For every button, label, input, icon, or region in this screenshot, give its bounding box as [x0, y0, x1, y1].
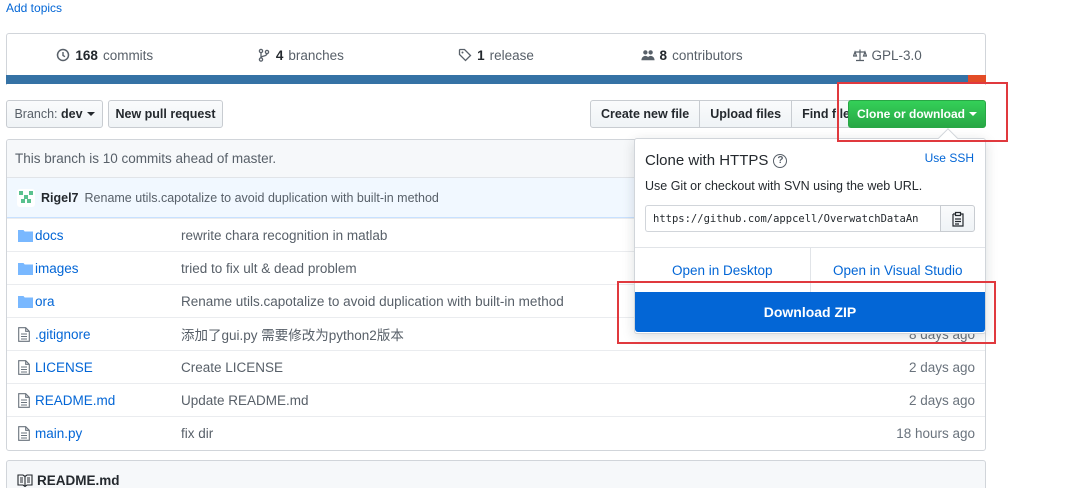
file-commit-message[interactable]: Update README.md: [181, 393, 309, 408]
file-icon: [18, 326, 34, 342]
commits-summary[interactable]: 168 commits: [7, 48, 203, 63]
branch-icon: [258, 48, 270, 62]
commit-message[interactable]: Rename utils.capotalize to avoid duplica…: [85, 191, 439, 205]
releases-count: 1: [477, 47, 485, 63]
copy-url-button[interactable]: [940, 205, 975, 232]
file-commit-message[interactable]: Create LICENSE: [181, 360, 283, 375]
file-icon: [18, 392, 34, 408]
table-row: README.md Update README.md 2 days ago: [7, 383, 985, 416]
file-actions-group: Create new file Upload files Find file: [590, 100, 861, 128]
file-name-link[interactable]: ora: [35, 294, 55, 309]
highlight-download-zip: [617, 281, 996, 344]
folder-icon: [18, 295, 34, 308]
law-icon: [852, 49, 867, 62]
license-summary[interactable]: GPL-3.0: [789, 48, 985, 63]
releases-label: release: [489, 47, 534, 63]
file-age: 2 days ago: [908, 359, 975, 375]
people-icon: [640, 50, 655, 61]
readme-title: README.md: [37, 472, 120, 488]
releases-summary[interactable]: 1 release: [398, 48, 594, 63]
table-row: main.py fix dir 18 hours ago: [7, 416, 985, 449]
branches-summary[interactable]: 4 branches: [203, 48, 399, 63]
folder-icon: [18, 229, 34, 242]
use-ssh-link[interactable]: Use SSH: [925, 151, 974, 165]
file-commit-message[interactable]: rewrite chara recognition in matlab: [181, 228, 387, 243]
file-commit-message[interactable]: 添加了gui.py 需要修改为python2版本: [181, 324, 404, 344]
commit-author[interactable]: Rigel7: [41, 191, 79, 205]
clone-title: Clone with HTTPS ?: [645, 152, 788, 169]
branch-select-button[interactable]: Branch: dev: [6, 100, 103, 128]
file-name-link[interactable]: images: [35, 261, 79, 276]
file-commit-message[interactable]: fix dir: [181, 426, 213, 441]
file-commit-message[interactable]: tried to fix ult & dead problem: [181, 261, 357, 276]
clone-description: Use Git or checkout with SVN using the w…: [645, 179, 923, 193]
history-icon: [57, 48, 70, 62]
repo-summary: 168 commits 4 branches 1 release 8 contr…: [6, 33, 986, 85]
file-name-link[interactable]: README.md: [35, 393, 115, 408]
tag-icon: [458, 48, 472, 62]
license-label: GPL-3.0: [871, 47, 922, 63]
file-age: 18 hours ago: [896, 425, 975, 441]
clone-url-input[interactable]: https://github.com/appcell/OverwatchData…: [645, 205, 940, 232]
branch-prefix: Branch:: [14, 107, 58, 121]
commits-label: commits: [102, 47, 154, 63]
avatar[interactable]: [17, 188, 35, 207]
folder-icon: [18, 262, 34, 275]
chevron-down-icon: [86, 112, 95, 116]
branches-label: branches: [288, 47, 344, 63]
readme-header: README.md: [6, 460, 986, 488]
clipboard-icon: [951, 211, 964, 227]
commits-count: 168: [75, 47, 98, 63]
question-icon[interactable]: ?: [773, 153, 788, 168]
upload-files-button[interactable]: Upload files: [699, 100, 793, 128]
file-name-link[interactable]: LICENSE: [35, 360, 93, 375]
contributors-label: contributors: [672, 47, 743, 63]
file-age: 2 days ago: [908, 392, 975, 408]
table-row: LICENSE Create LICENSE 2 days ago: [7, 350, 985, 383]
contributors-summary[interactable]: 8 contributors: [594, 48, 790, 63]
book-icon: [17, 473, 33, 487]
file-icon: [18, 425, 34, 441]
branch-name: dev: [61, 107, 83, 121]
clone-title-text: Clone with HTTPS: [645, 152, 769, 169]
file-name-link[interactable]: .gitignore: [35, 327, 91, 342]
highlight-clone-button: [837, 82, 1008, 142]
new-pull-request-button[interactable]: New pull request: [108, 100, 223, 128]
branches-count: 4: [275, 47, 284, 63]
contributors-count: 8: [659, 47, 668, 63]
file-name-link[interactable]: main.py: [35, 426, 82, 441]
file-commit-message[interactable]: Rename utils.capotalize to avoid duplica…: [181, 294, 564, 309]
file-name-link[interactable]: docs: [35, 228, 64, 243]
create-new-file-button[interactable]: Create new file: [590, 100, 701, 128]
file-icon: [18, 359, 34, 375]
add-topics-link[interactable]: Add topics: [6, 1, 62, 15]
